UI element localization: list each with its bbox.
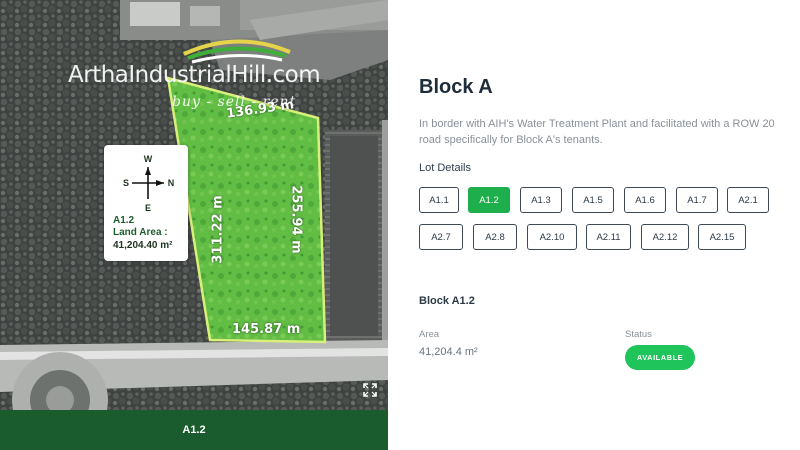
- detail-panel: Block A In border with AIH's Water Treat…: [388, 0, 800, 450]
- card-area-value: 41,204.40 m²: [113, 240, 173, 251]
- lot-button-a1-3[interactable]: A1.3: [520, 187, 562, 213]
- watermark-title: ArthaIndustrialHill.com: [68, 62, 321, 88]
- dimension-right: 255.94 m: [288, 185, 304, 254]
- dimension-bottom: 145.87 m: [232, 322, 301, 337]
- lot-button-a2-1[interactable]: A2.1: [727, 187, 769, 213]
- lot-details-label: Lot Details: [419, 162, 471, 174]
- lot-button-a2-10[interactable]: A2.10: [527, 224, 577, 250]
- compass-s-label: S: [123, 178, 129, 188]
- lot-button-a2-8[interactable]: A2.8: [473, 224, 517, 250]
- card-area-label: Land Area :: [113, 227, 168, 238]
- dimension-left: 311.22 m: [210, 195, 226, 264]
- lot-button-a1-1[interactable]: A1.1: [419, 187, 459, 213]
- lot-button-a2-11[interactable]: A2.11: [586, 224, 631, 250]
- block-description: In border with AIH's Water Treatment Pla…: [419, 118, 775, 146]
- selected-lot-bar[interactable]: A1.2: [0, 410, 388, 450]
- compass-e-label: E: [145, 203, 151, 213]
- lot-button-a1-2[interactable]: A1.2: [468, 187, 510, 213]
- expand-icon[interactable]: [363, 383, 377, 397]
- status-label: Status: [625, 329, 652, 340]
- card-lot-name: A1.2: [113, 215, 135, 226]
- block-title: Block A: [419, 76, 493, 98]
- compass-icon: W S N E: [123, 154, 174, 213]
- area-label: Area: [419, 329, 440, 340]
- status-badge: AVAILABLE: [625, 345, 695, 370]
- artha-logo-icon: [183, 39, 291, 64]
- lot-button-a2-12[interactable]: A2.12: [641, 224, 689, 250]
- map-panel: ArthaIndustrialHill.com buy - sell - ren…: [0, 0, 388, 450]
- compass-n-label: N: [168, 178, 174, 188]
- aerial-map[interactable]: ArthaIndustrialHill.com buy - sell - ren…: [0, 0, 388, 410]
- lot-button-a2-15[interactable]: A2.15: [698, 224, 746, 250]
- selected-lot-title: Block A1.2: [419, 295, 475, 307]
- lot-button-a1-7[interactable]: A1.7: [676, 187, 718, 213]
- lot-button-a1-6[interactable]: A1.6: [624, 187, 666, 213]
- area-value: 41,204.4 m²: [419, 346, 478, 358]
- lot-button-a2-7[interactable]: A2.7: [419, 224, 463, 250]
- lot-info-card: W S N E A1.2 Land Area : 41,204.40 m²: [104, 145, 188, 261]
- lot-button-a1-5[interactable]: A1.5: [572, 187, 614, 213]
- compass-w-label: W: [144, 154, 153, 164]
